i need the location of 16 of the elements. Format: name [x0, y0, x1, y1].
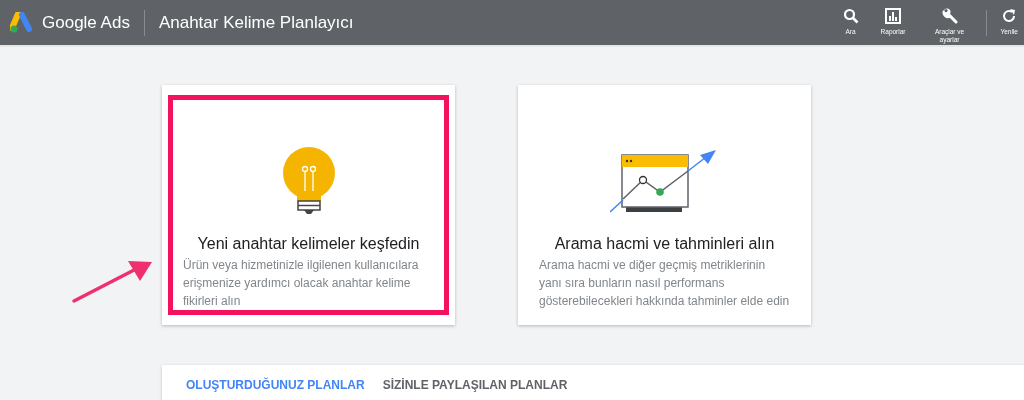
wrench-icon: [941, 8, 958, 24]
tab[interactable]: OLUŞTURDUĞUNUZ PLANLAR: [180, 374, 371, 396]
tab[interactable]: SİZİNLE PAYLAŞILAN PLANLAR: [376, 374, 574, 396]
light-bulb-icon: [280, 147, 337, 215]
card-description: Ürün veya hizmetinizle ilgilenen kullanıcılara erişmenize yardımcı olacak anahtar kelime fikirleri alın: [183, 257, 420, 310]
card-description: Arama hacmi ve diğer geçmiş metriklerinin yanı sıra bunların nasıl performans gösterebilecekleri hakkında tahminler elde edin: [539, 257, 790, 310]
refresh-icon: [1001, 8, 1018, 24]
brand-name: Google Ads: [42, 12, 130, 33]
option-card[interactable]: Yeni anahtar kelimeler keşfedin Ürün veya hizmetinizle ilgilenen kullanıcılara erişmenize yardımcı olacak anahtar kelime fikirleri alın: [162, 85, 455, 325]
card-title: Arama hacmi ve tahminleri alın: [554, 235, 775, 253]
option-card[interactable]: Arama hacmi ve tahminleri alın Arama hacmi ve diğer geçmiş metriklerinin yanı sıra bunların nasıl performans gösterebilecekleri hakkında tahminler elde edin: [518, 85, 811, 325]
card-title: Yeni anahtar kelimeler keşfedin: [197, 235, 420, 253]
search-icon: [842, 8, 859, 24]
google-ads-logo-icon: [10, 11, 34, 34]
page-title: Anahtar Kelime Planlayıcı: [158, 12, 354, 33]
bar-chart-icon: [885, 8, 902, 24]
